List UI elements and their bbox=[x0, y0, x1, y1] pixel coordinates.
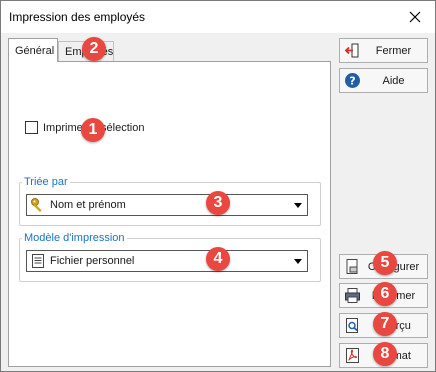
callout-marker-6: 6 bbox=[373, 282, 397, 306]
pdf-icon bbox=[346, 348, 359, 363]
printer-icon bbox=[345, 288, 360, 303]
print-template-value: Fichier personnel bbox=[50, 255, 135, 267]
sort-group: Triée par Nom et prénom bbox=[19, 176, 321, 226]
key-icon bbox=[31, 198, 42, 212]
callout-marker-5: 5 bbox=[373, 251, 397, 275]
callout-marker-7: 7 bbox=[373, 312, 397, 336]
callout-marker-2: 2 bbox=[82, 37, 106, 61]
print-preview-icon bbox=[346, 318, 358, 333]
chevron-down-icon[interactable] bbox=[294, 259, 302, 264]
close-button-label: Fermer bbox=[375, 44, 412, 57]
help-icon: ? bbox=[345, 73, 360, 88]
tab-general-label: Général bbox=[15, 44, 55, 57]
template-group-legend: Modèle d'impression bbox=[24, 232, 125, 244]
page-setup-icon bbox=[346, 259, 358, 274]
callout-marker-1: 1 bbox=[81, 118, 105, 142]
sort-group-legend: Triée par bbox=[24, 176, 68, 188]
tab-general[interactable]: Général bbox=[8, 38, 58, 62]
callout-marker-3: 3 bbox=[206, 191, 230, 215]
sort-by-value: Nom et prénom bbox=[50, 199, 126, 211]
title-bar: Impression des employés bbox=[1, 1, 435, 33]
help-button-label: Aide bbox=[382, 74, 405, 87]
sort-by-select[interactable]: Nom et prénom bbox=[26, 194, 308, 216]
close-icon bbox=[409, 11, 421, 23]
callout-marker-4: 4 bbox=[206, 247, 230, 271]
callout-marker-8: 8 bbox=[373, 342, 397, 366]
close-button[interactable]: Fermer bbox=[339, 38, 428, 63]
exit-door-icon bbox=[344, 43, 359, 58]
svg-text:?: ? bbox=[349, 75, 355, 88]
template-group: Modèle d'impression Fichier personnel bbox=[19, 232, 321, 282]
help-button[interactable]: ? Aide bbox=[339, 68, 428, 93]
window-title: Impression des employés bbox=[9, 10, 146, 24]
print-template-select[interactable]: Fichier personnel bbox=[26, 250, 308, 272]
print-selection-checkbox[interactable] bbox=[25, 121, 38, 134]
document-icon bbox=[32, 254, 44, 268]
print-employees-dialog: Impression des employés Général Employés… bbox=[0, 0, 436, 372]
close-window-button[interactable] bbox=[395, 1, 435, 33]
chevron-down-icon[interactable] bbox=[294, 203, 302, 208]
